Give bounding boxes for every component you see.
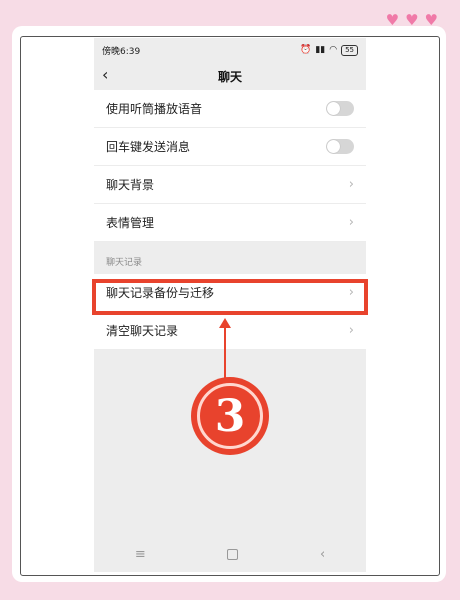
- setting-sticker-management[interactable]: 表情管理 ›: [94, 204, 366, 242]
- phone-screen: 傍晚6:39 ⏰ ▮▮ ◠ 55 ‹ 聊天 使用听筒播放语音 回车键发送消息 聊…: [94, 38, 366, 572]
- enter-send-toggle[interactable]: [326, 139, 354, 154]
- step-number: 3: [197, 383, 263, 449]
- setting-backup-migrate[interactable]: 聊天记录备份与迁移 ›: [94, 274, 366, 312]
- setting-label: 聊天背景: [106, 178, 155, 192]
- wifi-icon: ◠: [329, 45, 338, 55]
- chevron-left-icon[interactable]: ‹: [102, 65, 108, 84]
- signal-icon: ▮▮: [315, 45, 326, 55]
- setting-label: 使用听筒播放语音: [106, 102, 203, 116]
- arrow-line: [224, 328, 226, 384]
- chevron-right-icon: ›: [348, 323, 354, 338]
- chevron-right-icon: ›: [348, 177, 354, 192]
- alarm-icon: ⏰: [300, 45, 312, 55]
- status-icons: ⏰ ▮▮ ◠ 55: [300, 44, 358, 56]
- step-badge: 3: [191, 377, 269, 455]
- toggle-knob: [327, 140, 340, 153]
- setting-label: 回车键发送消息: [106, 140, 191, 154]
- earpiece-toggle[interactable]: [326, 101, 354, 116]
- setting-chat-background[interactable]: 聊天背景 ›: [94, 166, 366, 204]
- arrow-head-icon: [219, 318, 231, 328]
- setting-label: 清空聊天记录: [106, 324, 179, 338]
- section-label-chat-records: 聊天记录: [106, 258, 143, 268]
- setting-label: 表情管理: [106, 216, 155, 230]
- chevron-right-icon: ›: [348, 215, 354, 230]
- page-title: 聊天: [217, 69, 242, 84]
- toggle-knob: [327, 102, 340, 115]
- back-icon[interactable]: ‹: [320, 547, 325, 562]
- setting-label: 聊天记录备份与迁移: [106, 286, 215, 300]
- navigation-bar: ‹ 聊天: [94, 62, 366, 90]
- setting-enter-send[interactable]: 回车键发送消息: [94, 128, 366, 166]
- setting-use-earpiece[interactable]: 使用听筒播放语音: [94, 90, 366, 128]
- system-nav-bar: ≡ ‹: [94, 536, 366, 572]
- menu-icon[interactable]: ≡: [135, 547, 146, 562]
- status-bar: 傍晚6:39 ⏰ ▮▮ ◠ 55: [94, 38, 366, 62]
- battery-icon: 55: [341, 44, 358, 56]
- status-time: 傍晚6:39: [102, 46, 141, 57]
- chevron-right-icon: ›: [348, 285, 354, 300]
- home-icon[interactable]: [227, 548, 239, 560]
